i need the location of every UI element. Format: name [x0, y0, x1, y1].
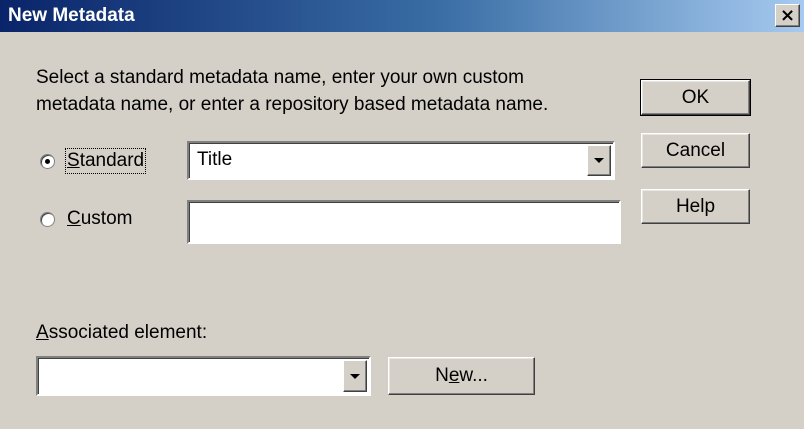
- standard-radio-label: Standard: [64, 148, 147, 174]
- chevron-down-icon: [350, 373, 360, 379]
- standard-metadata-select[interactable]: Title: [187, 141, 615, 180]
- associated-dropdown-button[interactable]: [343, 360, 367, 392]
- close-icon: ×: [779, 4, 796, 26]
- instructions-line-1: Select a standard metadata name, enter y…: [36, 67, 524, 88]
- chevron-down-icon: [594, 158, 604, 163]
- close-button[interactable]: ×: [775, 4, 800, 27]
- cancel-button[interactable]: Cancel: [641, 133, 750, 168]
- standard-radio-option[interactable]: Standard: [40, 148, 147, 174]
- ok-button[interactable]: OK: [640, 79, 751, 116]
- instructions-line-2: metadata name, or enter a repository bas…: [36, 94, 549, 115]
- custom-radio-option[interactable]: Custom: [40, 208, 132, 230]
- associated-element-select[interactable]: [36, 356, 371, 396]
- dialog-title: New Metadata: [8, 5, 135, 26]
- custom-metadata-input[interactable]: [187, 200, 621, 244]
- custom-radio-label: Custom: [67, 208, 133, 229]
- ok-button-label: OK: [681, 86, 710, 108]
- associated-element-label: Associated element:: [36, 322, 208, 343]
- standard-radio-button[interactable]: [40, 153, 55, 169]
- new-button[interactable]: New...: [388, 357, 535, 395]
- new-metadata-dialog: New Metadata × Select a standard metadat…: [0, 0, 804, 429]
- standard-dropdown-button[interactable]: [587, 145, 611, 176]
- new-button-label: New...: [435, 365, 488, 386]
- title-bar: New Metadata ×: [0, 0, 804, 32]
- cancel-button-label: Cancel: [665, 139, 726, 161]
- custom-radio-button[interactable]: [40, 211, 55, 227]
- standard-metadata-value: Title: [197, 149, 233, 170]
- help-button[interactable]: Help: [641, 189, 750, 224]
- help-button-label: Help: [675, 195, 716, 217]
- instructions-text: Select a standard metadata name, enter y…: [36, 64, 616, 118]
